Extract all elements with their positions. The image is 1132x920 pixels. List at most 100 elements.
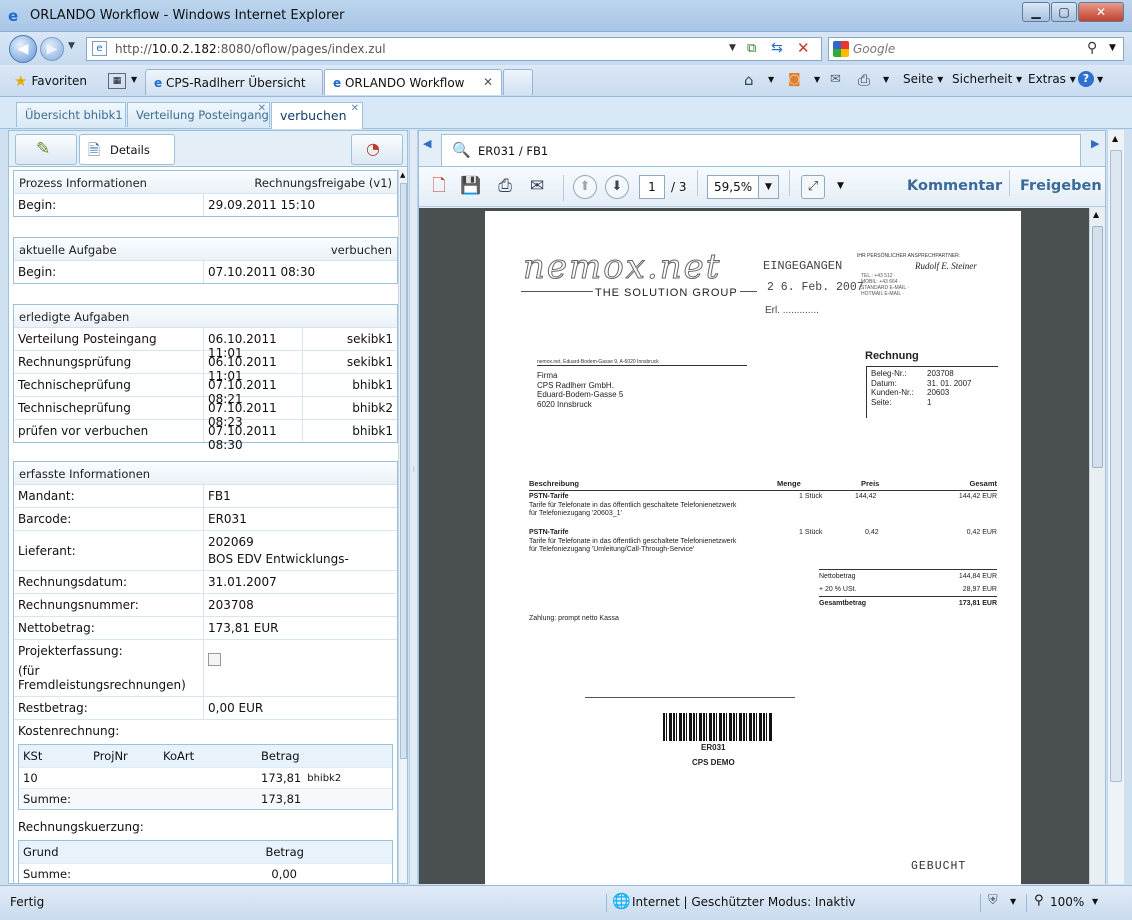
forward-button[interactable]: ▶: [40, 37, 64, 61]
document-tab[interactable]: 🔍 ER031 / FB1: [441, 134, 1081, 166]
search-box[interactable]: Google ⚲ ▼: [828, 37, 1124, 61]
stop-icon[interactable]: ✕: [797, 39, 810, 57]
mail-icon[interactable]: ✉: [830, 72, 841, 87]
help-dropdown-icon[interactable]: ▼: [1097, 75, 1103, 84]
back-button[interactable]: ◀: [9, 35, 37, 63]
close-window-button[interactable]: ✕: [1078, 2, 1124, 22]
zoom-dropdown-icon[interactable]: ▼: [1092, 897, 1098, 906]
collapse-left-icon[interactable]: ◀: [423, 137, 431, 150]
section-title: erfasste Informationen: [19, 467, 151, 481]
task-row[interactable]: prüfen vor verbuchen 07.10.2011 08:30 bhib…: [14, 419, 397, 452]
search-input[interactable]: Google: [853, 42, 895, 56]
protected-mode-icon[interactable]: ⛨: [988, 893, 998, 908]
task-row[interactable]: Technischeprüfung 07.10.2011 08:23 bhibk2: [14, 396, 397, 429]
page-number-input[interactable]: 1: [639, 175, 665, 199]
favorites-button[interactable]: ★ Favoriten: [14, 72, 87, 90]
toolbar-separator: [697, 170, 698, 196]
minimize-button[interactable]: ▁: [1022, 2, 1050, 22]
collapse-right-icon[interactable]: ▶: [1091, 137, 1099, 150]
home-dropdown-icon[interactable]: ▼: [768, 75, 774, 84]
email-icon[interactable]: ✉: [525, 175, 549, 199]
browser-tab-cps[interactable]: e CPS-Radlherr Übersicht: [145, 69, 323, 95]
help-icon[interactable]: ?: [1078, 71, 1094, 87]
grid-row[interactable]: 10 173,81 bhibk2: [19, 767, 392, 788]
search-icon[interactable]: ⚲: [1087, 40, 1097, 56]
tab-uebersicht[interactable]: Übersicht bhibk1: [16, 102, 126, 127]
close-tab-icon[interactable]: ✕: [483, 75, 493, 89]
items-header: Beschreibung Menge Preis Gesamt: [529, 479, 997, 491]
scroll-up-icon[interactable]: ▲: [1093, 210, 1099, 219]
pdf-viewport[interactable]: nemox.net THE SOLUTION GROUP EINGEGANGEN…: [419, 208, 1105, 901]
panel-splitter[interactable]: ⋮: [409, 130, 418, 884]
details-icon: 🗎: [88, 141, 101, 159]
lieferant-number: 202069: [208, 535, 254, 549]
scroll-thumb[interactable]: [1110, 150, 1122, 782]
col-koart: KoArt: [163, 749, 195, 763]
address-bar[interactable]: e http://10.0.2.182:8080/oflow/pages/ind…: [86, 37, 822, 61]
zoom-icon[interactable]: ⚲: [1034, 893, 1044, 908]
task-date: 07.10.2011 08:30: [208, 424, 277, 452]
search-options-icon[interactable]: ▼: [1109, 43, 1116, 53]
workflow-details-panel: ✎ 🗎 Details ◔ Prozess Informationen Rechn…: [8, 130, 408, 884]
details-tab[interactable]: 🗎 Details: [79, 134, 175, 165]
feeds-icon[interactable]: ◙: [788, 72, 801, 87]
tab-verbuchen[interactable]: verbuchen ✕: [271, 102, 363, 129]
print-icon[interactable]: ⎙: [858, 71, 870, 89]
payment-terms: Zahlung: prompt netto Kassa: [529, 615, 619, 622]
compat-view-icon[interactable]: ⧉: [747, 41, 756, 56]
fullscreen-icon[interactable]: ⤢: [801, 175, 825, 199]
app-tab-strip: Übersicht bhibk1 Verteilung Posteingang ✕…: [0, 97, 1132, 129]
task-row[interactable]: Verteilung Posteingang 06.10.2011 11:01 se…: [14, 327, 397, 360]
save-icon[interactable]: 💾: [459, 175, 483, 199]
security-zone-text[interactable]: Internet | Geschützter Modus: Inaktiv: [632, 895, 856, 909]
menu-seite[interactable]: Seite ▾: [903, 72, 943, 86]
task-row[interactable]: Rechnungsprüfung 06.10.2011 11:01 sekibk1: [14, 350, 397, 383]
history-dropdown-icon[interactable]: ▼: [68, 41, 75, 51]
zoom-level[interactable]: 100%: [1050, 895, 1084, 909]
more-tools-icon[interactable]: ▼: [837, 181, 844, 191]
page-up-icon[interactable]: ⬆: [573, 175, 597, 199]
zoom-dropdown-icon[interactable]: ▼: [758, 176, 778, 198]
totals-block: Nettobetrag 144,84 EUR + 20 % USt. 28,97 E…: [819, 569, 997, 610]
prozess-begin-row: Begin: 29.09.2011 15:10: [14, 193, 397, 216]
close-tab-icon[interactable]: ✕: [351, 103, 359, 114]
kommentar-button[interactable]: Kommentar: [907, 178, 1002, 194]
protected-dropdown-icon[interactable]: ▼: [1010, 897, 1016, 906]
window-scrollbar[interactable]: ▲: [1107, 130, 1124, 884]
close-tab-icon[interactable]: ✕: [258, 103, 266, 114]
edit-button[interactable]: ✎: [15, 134, 77, 165]
projekterfassung-checkbox[interactable]: [208, 653, 221, 666]
page-down-icon[interactable]: ⬇: [605, 175, 629, 199]
pdf-toolbar: 🗋 💾 ⎙ ✉ ⬆ ⬇ 1 / 3 59,5% ▼ ⤢ ▼ Kommentar …: [419, 167, 1105, 207]
menu-sicherheit[interactable]: Sicherheit ▾: [952, 72, 1022, 86]
history-button[interactable]: ◔: [351, 134, 403, 165]
details-label: Details: [110, 143, 150, 157]
quick-tabs-icon[interactable]: ▦: [108, 73, 126, 89]
tab-list-dropdown-icon[interactable]: ▼: [131, 75, 137, 84]
browser-tab-orlando[interactable]: e ORLANDO Workflow ✕: [324, 69, 502, 95]
task-row[interactable]: Technischeprüfung 07.10.2011 08:21 bhibk1: [14, 373, 397, 406]
scroll-thumb[interactable]: [400, 183, 407, 759]
begin-value: 07.10.2011 08:30: [208, 265, 316, 279]
new-tab-button[interactable]: [503, 69, 533, 95]
print-icon[interactable]: ⎙: [493, 175, 517, 199]
maximize-button[interactable]: ▢: [1051, 2, 1077, 22]
nemox-logo: nemox.net: [522, 247, 722, 288]
menu-extras[interactable]: Extras ▾: [1028, 72, 1076, 86]
scroll-up-icon[interactable]: ▲: [400, 171, 405, 179]
left-scrollbar[interactable]: ▲: [398, 169, 407, 883]
annotate-icon[interactable]: 🗋: [427, 175, 451, 199]
feeds-dropdown-icon[interactable]: ▼: [814, 75, 820, 84]
url-dropdown-icon[interactable]: ▼: [729, 43, 736, 53]
zoom-select[interactable]: 59,5% ▼: [707, 175, 779, 199]
scroll-up-icon[interactable]: ▲: [1112, 134, 1118, 143]
freigeben-button[interactable]: Freigeben: [1020, 178, 1102, 194]
item-row: PSTN-Tarife Tarife für Telefonate in das…: [529, 493, 997, 519]
document-scrollbar[interactable]: ▲: [1089, 208, 1105, 884]
refresh-icon[interactable]: ⇆: [771, 40, 783, 56]
scroll-thumb[interactable]: [1092, 226, 1103, 468]
print-dropdown-icon[interactable]: ▼: [883, 75, 889, 84]
url-text[interactable]: http://10.0.2.182:8080/oflow/pages/index…: [115, 42, 386, 56]
home-icon[interactable]: ⌂: [744, 71, 754, 89]
tab-verteilung[interactable]: Verteilung Posteingang ✕: [127, 102, 270, 127]
